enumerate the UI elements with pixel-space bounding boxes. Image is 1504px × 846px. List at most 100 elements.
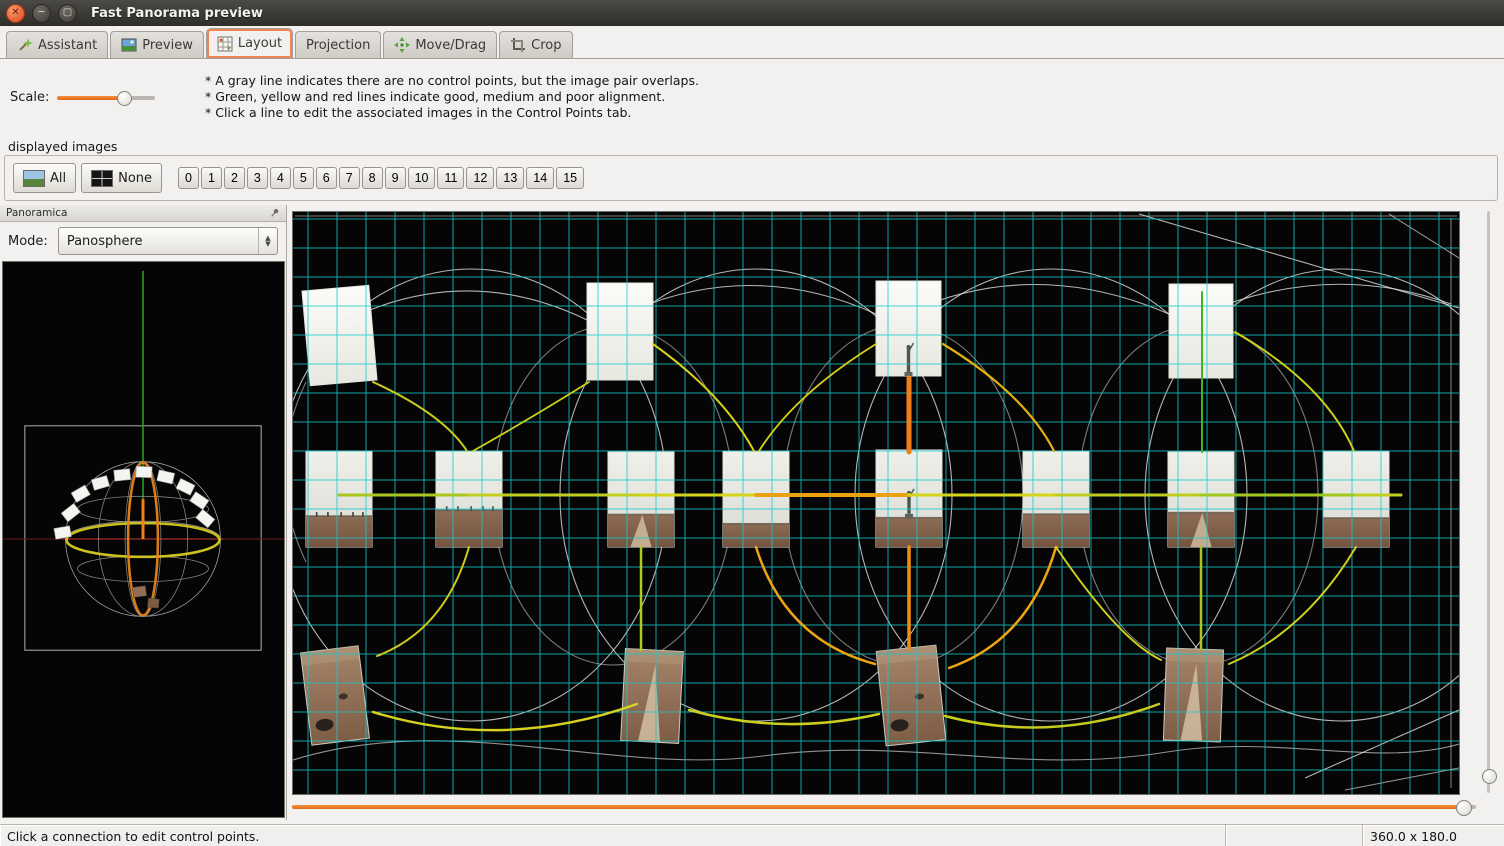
overlap-curve[interactable] (1202, 284, 1451, 314)
window-title: Fast Panorama preview (91, 6, 263, 21)
image-toggle-8[interactable]: 8 (362, 167, 383, 189)
crop-icon (510, 37, 526, 53)
image-number-buttons: 0123456789101112131415 (178, 167, 586, 189)
status-spare-cell (1226, 825, 1363, 846)
control-point-line[interactable] (945, 704, 1159, 728)
main-canvas[interactable] (292, 211, 1460, 795)
displayed-images-label: displayed images (8, 139, 117, 154)
image-thumb-4[interactable] (306, 451, 372, 547)
yaw-slider[interactable] (292, 797, 1476, 817)
image-toggle-10[interactable]: 10 (408, 167, 436, 189)
control-point-line[interactable] (653, 344, 754, 451)
combo-spinner-icon[interactable]: ▲▼ (258, 228, 277, 254)
image-thumb-13[interactable] (621, 649, 684, 744)
close-icon[interactable]: ✕ (6, 4, 25, 23)
scale-row: Scale: * A gray line indicates there are… (0, 60, 1504, 136)
none-images-icon (91, 170, 113, 187)
overlap-curve[interactable] (909, 284, 1169, 314)
all-images-button[interactable]: All (13, 163, 76, 193)
none-images-button-label: None (118, 171, 152, 186)
pitch-slider[interactable] (1479, 211, 1497, 793)
tab-label: Crop (531, 38, 561, 53)
image-thumb-12[interactable] (301, 646, 370, 745)
panosphere-preview[interactable] (2, 261, 285, 818)
image-thumb-1[interactable] (587, 283, 653, 380)
help-line: * Click a line to edit the associated im… (205, 105, 699, 121)
image-toggle-11[interactable]: 11 (437, 167, 464, 189)
tab-bar: Assistant Preview Layout Projection Move… (0, 26, 1504, 59)
image-toggle-3[interactable]: 3 (247, 167, 268, 189)
control-point-line[interactable] (1229, 547, 1356, 664)
minimize-icon[interactable]: ─ (32, 4, 51, 23)
panoramica-panel: Panoramica Mode: Panosphere ▲▼ (0, 205, 287, 820)
tab-projection[interactable]: Projection (295, 31, 381, 58)
control-point-line[interactable] (756, 547, 875, 664)
image-thumb-14[interactable] (876, 645, 946, 746)
image-toggle-14[interactable]: 14 (526, 167, 554, 189)
image-toggle-9[interactable]: 9 (385, 167, 406, 189)
image-thumbnails-layer[interactable] (301, 281, 1389, 746)
overlap-curve[interactable] (293, 741, 1459, 760)
panoramica-panel-header[interactable]: Panoramica (0, 205, 286, 222)
tab-preview[interactable]: Preview (110, 31, 204, 58)
overlap-curve[interactable] (293, 382, 306, 562)
image-toggle-2[interactable]: 2 (224, 167, 245, 189)
maximize-icon[interactable]: ▢ (58, 4, 77, 23)
image-thumb-11[interactable] (1323, 451, 1389, 547)
title-bar[interactable]: ✕ ─ ▢ Fast Panorama preview (0, 0, 1504, 26)
tab-move-drag[interactable]: Move/Drag (383, 31, 497, 58)
control-point-line[interactable] (377, 547, 469, 656)
control-point-line[interactable] (1056, 547, 1161, 660)
pin-icon[interactable] (269, 207, 280, 219)
image-toggle-6[interactable]: 6 (316, 167, 337, 189)
tab-label: Preview (142, 38, 193, 53)
tab-label: Layout (238, 36, 282, 51)
overlap-curve[interactable] (1345, 768, 1459, 790)
control-point-line[interactable] (759, 344, 876, 451)
move-drag-icon (394, 37, 410, 53)
help-line: * A gray line indicates there are no con… (205, 73, 699, 89)
control-point-line[interactable] (943, 344, 1054, 451)
overlap-curve[interactable] (339, 291, 587, 324)
tab-assistant[interactable]: Assistant (6, 31, 108, 58)
tab-label: Assistant (38, 38, 97, 53)
all-images-button-label: All (50, 171, 66, 186)
image-thumb-2[interactable] (876, 281, 941, 376)
tab-label: Move/Drag (415, 38, 486, 53)
image-toggle-5[interactable]: 5 (293, 167, 314, 189)
image-thumb-7[interactable] (723, 451, 789, 547)
image-thumb-5[interactable] (436, 451, 502, 547)
control-point-line[interactable] (949, 547, 1056, 668)
image-toggle-4[interactable]: 4 (270, 167, 291, 189)
scale-slider-thumb[interactable] (117, 91, 132, 106)
mode-row: Mode: Panosphere ▲▼ (0, 222, 286, 260)
panorama-dimensions: 360.0 x 180.0 (1363, 825, 1504, 846)
yaw-slider-thumb[interactable] (1456, 800, 1472, 816)
control-point-line[interactable] (473, 382, 589, 451)
displayed-images-group: All None 0123456789101112131415 (4, 155, 1498, 201)
image-toggle-15[interactable]: 15 (556, 167, 584, 189)
scale-slider[interactable] (57, 96, 155, 100)
scale-slider-fill (57, 96, 124, 100)
image-toggle-1[interactable]: 1 (201, 167, 222, 189)
image-toggle-12[interactable]: 12 (466, 167, 494, 189)
image-thumb-8[interactable] (876, 450, 942, 547)
status-message: Click a connection to edit control point… (0, 825, 1226, 846)
mode-select[interactable]: Panosphere ▲▼ (58, 227, 278, 255)
image-toggle-7[interactable]: 7 (339, 167, 360, 189)
pitch-slider-thumb[interactable] (1482, 769, 1497, 784)
none-images-button[interactable]: None (81, 163, 162, 193)
tab-layout[interactable]: Layout (206, 28, 293, 58)
tab-crop[interactable]: Crop (499, 31, 572, 58)
overlap-curve[interactable] (1389, 214, 1459, 258)
image-toggle-0[interactable]: 0 (178, 167, 199, 189)
image-thumb-15[interactable] (1163, 648, 1223, 742)
layout-icon (217, 36, 233, 52)
help-text: * A gray line indicates there are no con… (205, 73, 699, 121)
image-thumb-6[interactable] (608, 452, 674, 547)
help-line: * Green, yellow and red lines indicate g… (205, 89, 699, 105)
image-toggle-13[interactable]: 13 (496, 167, 524, 189)
mode-select-value: Panosphere (67, 234, 143, 249)
panoramica-panel-title: Panoramica (6, 207, 67, 219)
pitch-slider-track[interactable] (1487, 211, 1490, 793)
